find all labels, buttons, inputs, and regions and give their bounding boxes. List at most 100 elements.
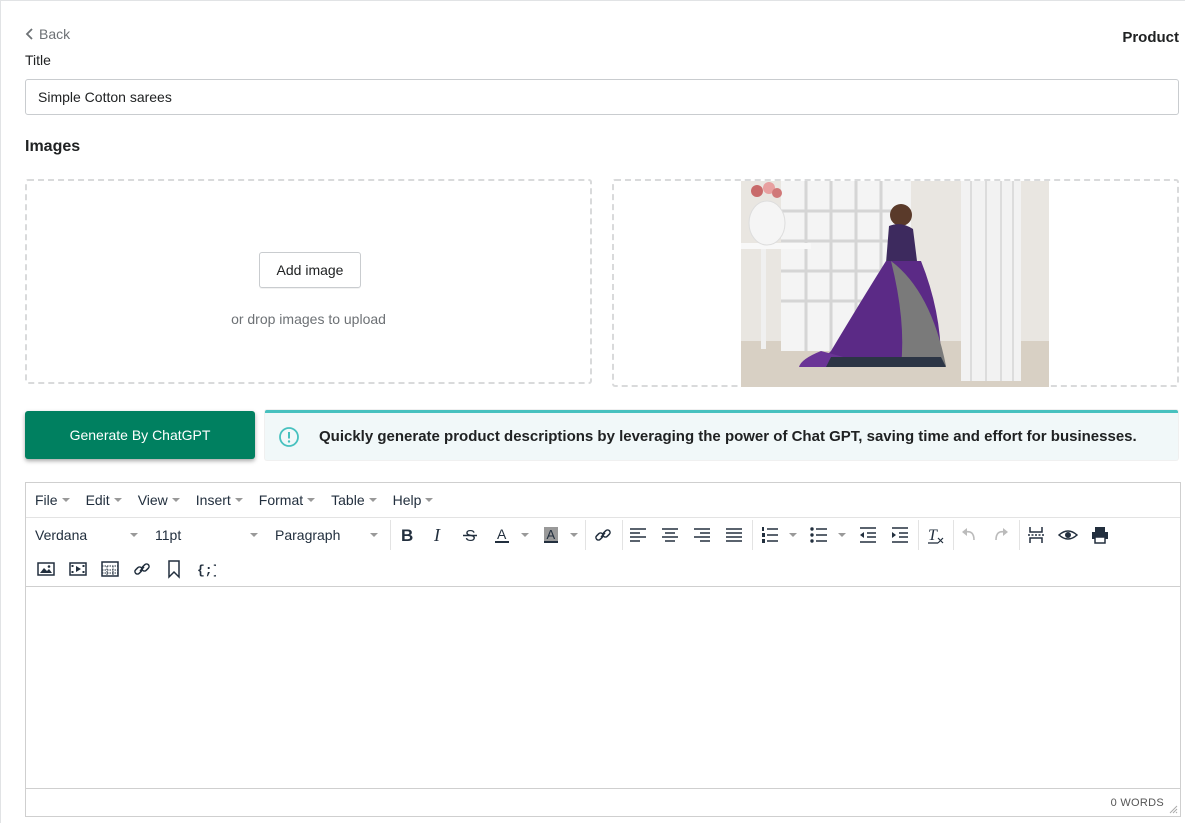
- caret-down-icon[interactable]: [838, 533, 846, 537]
- svg-text:B: B: [401, 526, 413, 545]
- align-justify-button[interactable]: [721, 523, 747, 547]
- editor-toolbar: Verdana 11pt Paragraph B I S A A T {;: [26, 518, 1180, 587]
- banner-message: Quickly generate product descriptions by…: [319, 428, 1137, 445]
- menu-table[interactable]: Table: [331, 492, 377, 508]
- text-color-button[interactable]: A: [489, 523, 515, 547]
- menu-help[interactable]: Help: [393, 492, 434, 508]
- align-right-icon: [694, 528, 710, 542]
- strikethrough-icon: S: [463, 528, 477, 545]
- editor-content-area[interactable]: [26, 587, 1180, 787]
- redo-button[interactable]: [988, 523, 1014, 547]
- product-image-slot[interactable]: [612, 179, 1179, 387]
- outdent-button[interactable]: [855, 523, 881, 547]
- info-banner: Quickly generate product descriptions by…: [265, 410, 1178, 460]
- caret-down-icon: [368, 498, 377, 502]
- highlight-color-button[interactable]: A: [538, 523, 564, 547]
- highlight-color-icon: A: [544, 527, 558, 543]
- link-icon: [134, 563, 150, 575]
- eye-icon: [1058, 530, 1078, 540]
- menu-format[interactable]: Format: [259, 492, 316, 508]
- preview-button[interactable]: [1055, 523, 1081, 547]
- align-left-icon: [630, 528, 646, 542]
- title-input[interactable]: [25, 79, 1179, 115]
- image-icon: [37, 562, 55, 576]
- redo-icon: [995, 528, 1008, 541]
- undo-icon: [962, 528, 975, 541]
- generate-chatgpt-button[interactable]: Generate By ChatGPT: [25, 411, 255, 459]
- code-braces-icon: {;}: [197, 563, 216, 578]
- svg-text:A: A: [547, 527, 556, 542]
- font-size-select[interactable]: 11pt: [155, 518, 258, 552]
- align-left-button[interactable]: [625, 523, 651, 547]
- align-center-button[interactable]: [657, 523, 683, 547]
- bullet-list-icon: [810, 527, 827, 543]
- caret-down-icon: [171, 498, 180, 502]
- strikethrough-button[interactable]: S: [457, 523, 483, 547]
- editor-menubar: File Edit View Insert Format Table Help: [26, 483, 1180, 518]
- caret-down-icon: [234, 498, 243, 502]
- caret-down-icon: [425, 498, 434, 502]
- rich-text-editor: File Edit View Insert Format Table Help …: [25, 482, 1181, 817]
- caret-down-icon[interactable]: [570, 533, 578, 537]
- numbered-list-icon: [762, 527, 778, 543]
- caret-down-icon: [130, 533, 138, 537]
- insert-media-button[interactable]: [65, 557, 91, 581]
- toolbar-divider: [918, 520, 919, 550]
- page-break-button[interactable]: [1023, 523, 1049, 547]
- menu-insert[interactable]: Insert: [196, 492, 243, 508]
- print-button[interactable]: [1087, 523, 1113, 547]
- undo-button[interactable]: [956, 523, 982, 547]
- indent-icon: [892, 527, 908, 543]
- product-photo: [741, 181, 1049, 387]
- bookmark-icon: [168, 560, 180, 579]
- insert-link-button[interactable]: [129, 557, 155, 581]
- text-color-icon: A: [495, 526, 509, 543]
- bullet-list-button[interactable]: [806, 523, 832, 547]
- back-link[interactable]: Back: [25, 26, 70, 42]
- link-button[interactable]: [590, 523, 616, 547]
- italic-button[interactable]: I: [425, 523, 451, 547]
- numbered-list-button[interactable]: [757, 523, 783, 547]
- image-dropzone[interactable]: Add image or drop images to upload: [25, 179, 592, 384]
- align-center-icon: [662, 528, 678, 542]
- toolbar-divider: [752, 520, 753, 550]
- toolbar-divider: [585, 520, 586, 550]
- font-family-select[interactable]: Verdana: [35, 518, 138, 552]
- svg-text:T: T: [928, 527, 938, 544]
- source-code-button[interactable]: {;}: [193, 557, 219, 581]
- toolbar-divider: [1019, 520, 1020, 550]
- block-format-select[interactable]: Paragraph: [275, 518, 378, 552]
- caret-down-icon: [370, 533, 378, 537]
- svg-text:I: I: [433, 525, 441, 545]
- toolbar-divider: [622, 520, 623, 550]
- insert-table-button[interactable]: [97, 557, 123, 581]
- align-right-button[interactable]: [689, 523, 715, 547]
- word-count: 0 WORDS: [1110, 797, 1164, 809]
- menu-edit[interactable]: Edit: [86, 492, 122, 508]
- svg-text:S: S: [465, 528, 476, 545]
- caret-down-icon: [250, 533, 258, 537]
- caret-down-icon[interactable]: [789, 533, 797, 537]
- images-section-title: Images: [25, 138, 81, 155]
- clear-formatting-button[interactable]: T: [922, 523, 948, 547]
- chevron-left-icon: [25, 28, 33, 40]
- caret-down-icon[interactable]: [521, 533, 529, 537]
- info-circle-icon: [279, 426, 299, 447]
- resize-handle-icon[interactable]: [1168, 804, 1178, 814]
- back-label: Back: [39, 26, 71, 42]
- insert-image-button[interactable]: [33, 557, 59, 581]
- caret-down-icon: [113, 498, 122, 502]
- align-justify-icon: [726, 528, 742, 542]
- indent-button[interactable]: [887, 523, 913, 547]
- table-icon: [101, 561, 119, 577]
- add-image-button[interactable]: Add image: [259, 252, 361, 288]
- insert-anchor-button[interactable]: [161, 557, 187, 581]
- print-icon: [1092, 527, 1108, 544]
- page-break-icon: [1028, 527, 1044, 543]
- title-label: Title: [25, 52, 51, 68]
- menu-file[interactable]: File: [35, 492, 70, 508]
- menu-view[interactable]: View: [138, 492, 180, 508]
- italic-icon: I: [433, 525, 441, 545]
- bold-button[interactable]: B: [393, 523, 419, 547]
- toolbar-divider: [953, 520, 954, 550]
